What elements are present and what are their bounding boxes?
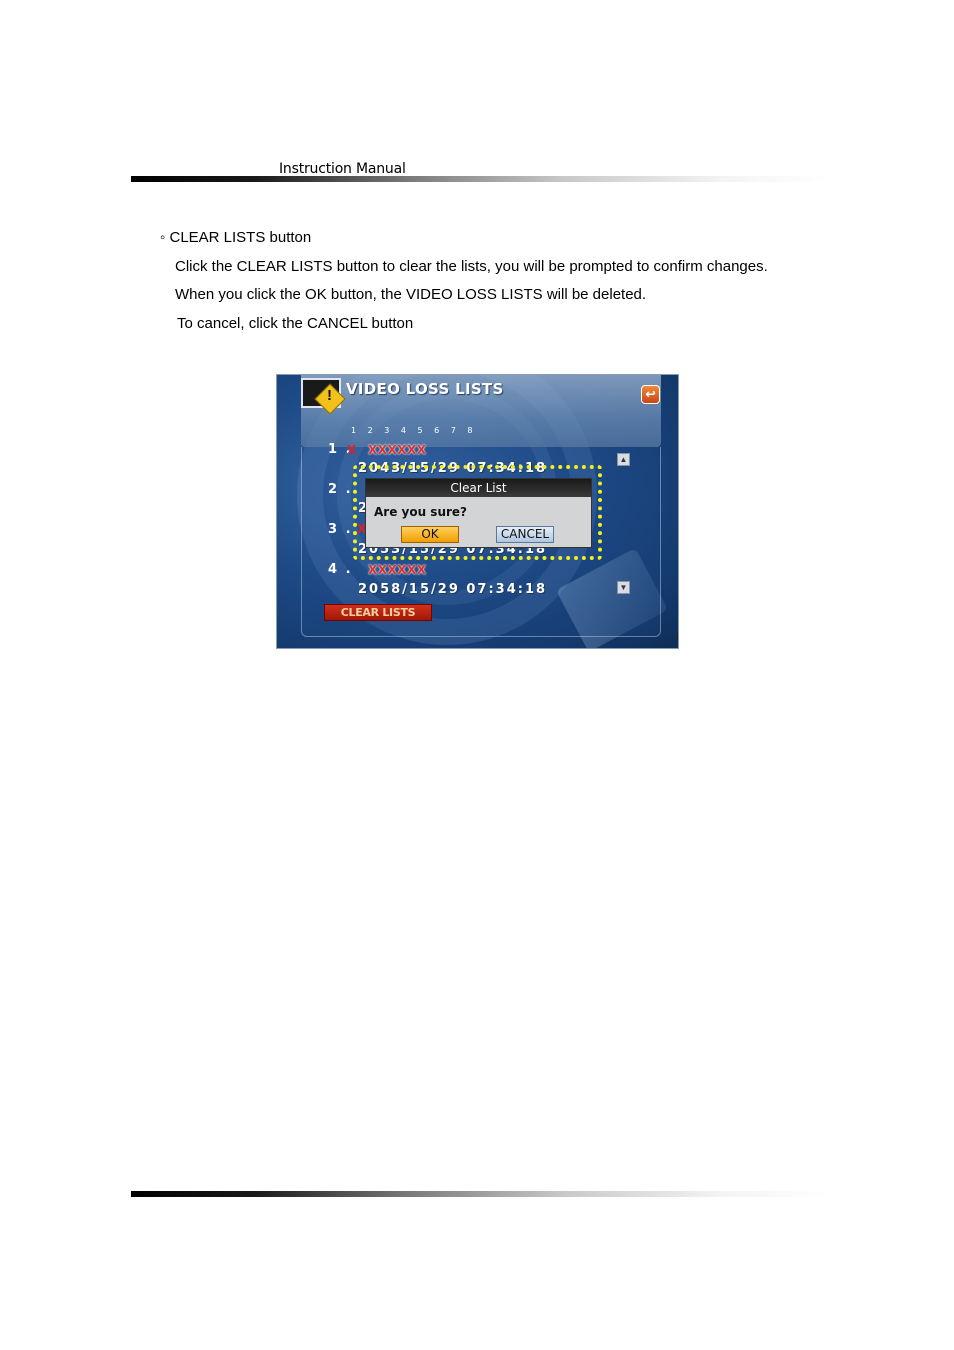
scroll-down-button[interactable]: ▼ — [617, 581, 630, 594]
footer-rule — [131, 1191, 828, 1197]
dialog-title: Clear List — [366, 479, 591, 497]
clear-lists-button[interactable]: CLEAR LISTS — [324, 604, 432, 621]
header-rule — [131, 176, 828, 182]
channel-numbers: 1 2 3 4 5 6 7 8 — [351, 426, 478, 435]
row-2-number: 2 . — [328, 482, 353, 497]
return-button[interactable]: ↩ — [641, 385, 660, 404]
warning-exclamation: ! — [327, 387, 332, 404]
row-1-mark: X — [347, 443, 358, 457]
edge-tick — [677, 633, 678, 641]
scroll-up-button[interactable]: ▲ — [617, 453, 630, 466]
cancel-button[interactable]: CANCEL — [496, 526, 554, 543]
row-1-channels: XXXXXX — [368, 443, 427, 457]
manual-header-label: Instruction Manual — [279, 161, 406, 177]
video-loss-screenshot: ! VIDEO LOSS LISTS ↩ 1 2 3 4 5 6 7 8 1 .… — [276, 374, 679, 649]
paragraph-2: When you click the OK button, the VIDEO … — [175, 286, 647, 303]
paragraph-3: To cancel, click the CANCEL button — [177, 315, 414, 332]
ok-button[interactable]: OK — [401, 526, 459, 543]
row-4-timestamp: 2058/15/29 07:34:18 — [358, 582, 548, 597]
paragraph-1: Click the CLEAR LISTS button to clear th… — [175, 258, 768, 275]
section-title: ◦ CLEAR LISTS button — [160, 229, 312, 246]
row-3-number: 3 . — [328, 522, 353, 537]
row-4-number: 4 . — [328, 562, 353, 577]
screen-title: VIDEO LOSS LISTS — [346, 380, 504, 398]
row-4-channels: XXXXXX — [368, 563, 427, 577]
clear-list-dialog: Clear List Are you sure? OK CANCEL — [365, 478, 592, 548]
dialog-question: Are you sure? — [374, 505, 468, 519]
